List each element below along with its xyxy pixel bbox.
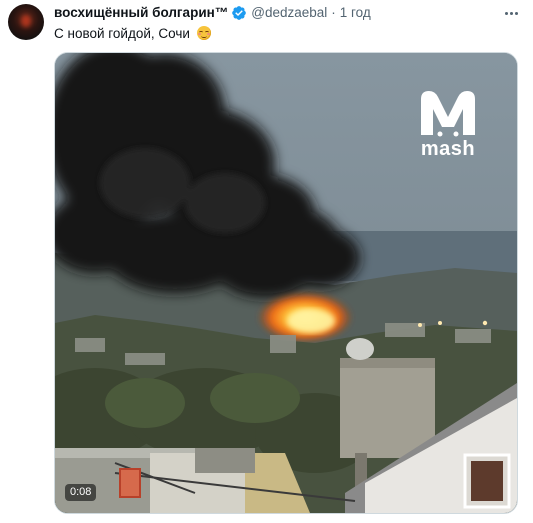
verified-badge-icon bbox=[232, 6, 247, 20]
smiling-face-emoji-icon bbox=[196, 26, 211, 40]
user-handle[interactable]: @dedzaebal bbox=[251, 4, 327, 22]
more-options-icon[interactable] bbox=[501, 4, 521, 22]
tweet-header: восхищённый болгарин™ @dedzaebal · 1 год bbox=[54, 4, 371, 22]
mash-watermark: mash bbox=[415, 89, 481, 159]
mash-m-logo-icon bbox=[421, 91, 475, 137]
tweet-text: С новой гойдой, Сочи bbox=[54, 25, 211, 43]
separator-dot: · bbox=[331, 5, 336, 20]
tweet-text-content: С новой гойдой, Сочи bbox=[54, 26, 190, 41]
video-duration: 0:08 bbox=[65, 484, 97, 501]
avatar[interactable] bbox=[8, 4, 44, 40]
mash-wordmark: mash bbox=[420, 138, 476, 160]
display-name[interactable]: восхищённый болгарин™ bbox=[54, 4, 228, 22]
video-player[interactable]: mash 0:08 bbox=[54, 52, 518, 514]
timestamp[interactable]: 1 год bbox=[340, 4, 371, 22]
